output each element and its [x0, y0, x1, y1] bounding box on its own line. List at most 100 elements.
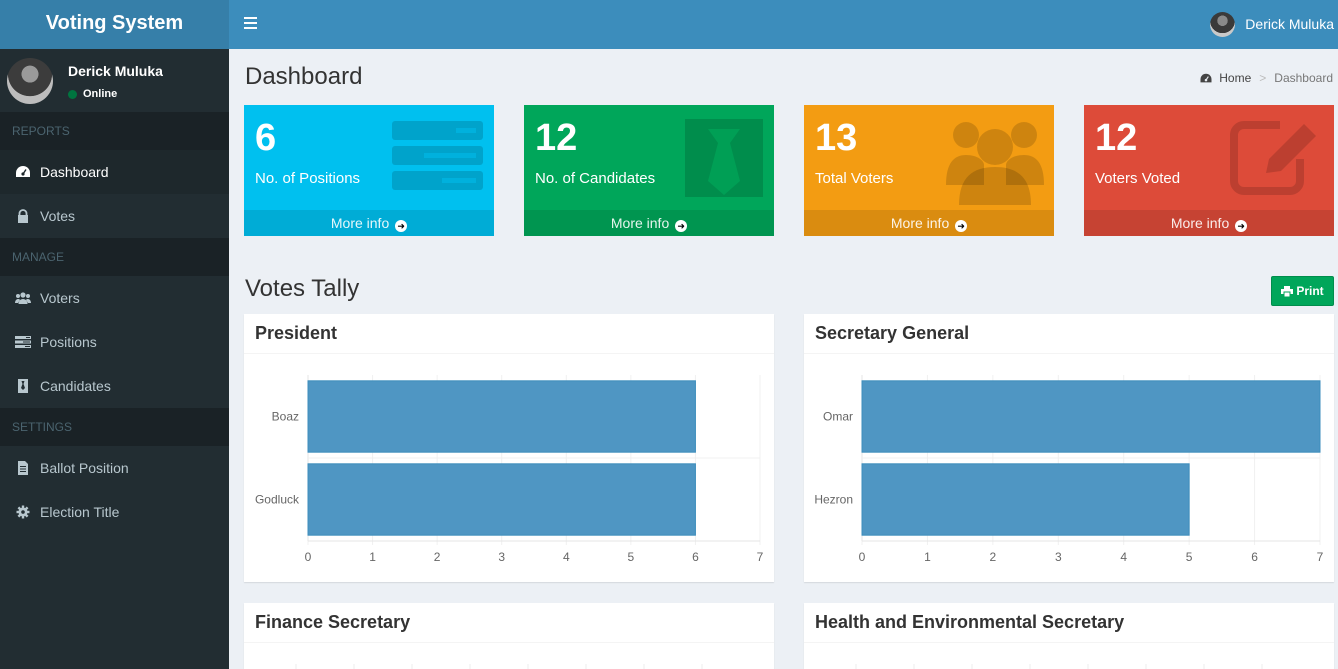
sidebar-item-ballot-position[interactable]: Ballot Position — [0, 446, 229, 490]
bar[interactable] — [307, 463, 696, 536]
sidebar-item-candidates[interactable]: Candidates — [0, 364, 229, 408]
x-tick-label: 2 — [990, 550, 997, 564]
x-tick-label: 4 — [563, 550, 570, 564]
dashboard-icon — [16, 166, 30, 177]
sidebar-item-label: Votes — [40, 208, 76, 224]
file-icon — [18, 461, 28, 475]
breadcrumb: Home > Dashboard — [1199, 71, 1333, 85]
health-secretary-bar-chart — [855, 664, 1263, 669]
sidebar-item-label: Election Title — [40, 504, 120, 520]
x-tick-label: 6 — [1251, 550, 1258, 564]
sidebar-item-voters[interactable]: Voters — [0, 276, 229, 320]
votes-tally-title: Votes Tally — [245, 275, 360, 302]
menu-toggle-icon[interactable] — [244, 14, 258, 34]
chart-title: Finance Secretary — [244, 603, 774, 643]
sidebar-item-dashboard[interactable]: Dashboard — [0, 150, 229, 194]
more-info-link[interactable]: More info ➜ — [524, 210, 774, 236]
navbar-user-name: Derick Muluka — [1245, 16, 1334, 32]
arrow-circle-right-icon: ➜ — [675, 220, 688, 232]
stat-value: 6 — [255, 117, 277, 159]
breadcrumb-home-label: Home — [1219, 71, 1252, 85]
stat-label: Voters Voted — [1095, 170, 1181, 187]
tasks-icon — [15, 336, 31, 348]
edit-icon — [1230, 121, 1316, 195]
cog-icon — [16, 505, 30, 519]
x-tick-label: 7 — [757, 550, 764, 564]
arrow-circle-right-icon: ➜ — [1235, 220, 1248, 232]
x-tick-label: 5 — [628, 550, 635, 564]
breadcrumb-home-link[interactable]: Home — [1199, 71, 1251, 85]
stat-value: 12 — [1095, 117, 1138, 159]
chart-title: Secretary General — [804, 314, 1334, 354]
stat-box-voted: 12 Voters Voted More info ➜ — [1084, 105, 1334, 236]
chart-box-finance-secretary: Finance Secretary — [244, 603, 774, 669]
chart-title: President — [244, 314, 774, 354]
president-bar-chart: 0 1 2 3 4 5 6 7 Boaz Godluck — [255, 375, 764, 564]
more-info-link[interactable]: More info ➜ — [1084, 210, 1334, 236]
stat-box-voters: 13 Total Voters More info ➜ — [804, 105, 1054, 236]
x-tick-label: 2 — [434, 550, 441, 564]
sidebar-item-label: Voters — [40, 290, 80, 306]
x-tick-label: 1 — [924, 550, 931, 564]
users-icon — [15, 292, 31, 304]
stat-box-positions: 6 No. of Positions More info ➜ — [244, 105, 494, 236]
x-tick-label: 5 — [1186, 550, 1193, 564]
user-status-label: Online — [83, 88, 118, 100]
sidebar-item-label: Ballot Position — [40, 460, 129, 476]
x-tick-label: 1 — [369, 550, 376, 564]
page-title: Dashboard — [245, 63, 363, 90]
id-card-icon — [18, 379, 28, 393]
stat-box-candidates: 12 No. of Candidates More info ➜ — [524, 105, 774, 236]
sidebar-item-label: Positions — [40, 334, 97, 350]
x-tick-label: 0 — [305, 550, 312, 564]
x-tick-label: 0 — [859, 550, 866, 564]
chart-box-health-secretary: Health and Environmental Secretary — [804, 603, 1334, 669]
lock-icon — [18, 209, 28, 223]
dashboard-icon — [1200, 73, 1212, 82]
x-tick-label: 6 — [692, 550, 699, 564]
avatar — [7, 58, 53, 104]
breadcrumb-current: Dashboard — [1274, 71, 1333, 85]
x-tick-label: 7 — [1317, 550, 1324, 564]
id-badge-icon — [685, 119, 763, 197]
chart-box-secretary-general: Secretary General 0 1 2 3 4 5 6 7 Omar Hezron — [804, 314, 1334, 582]
secretary-general-bar-chart: 0 1 2 3 4 5 6 7 Omar Hezron — [814, 375, 1324, 564]
sidebar-item-label: Candidates — [40, 378, 111, 394]
bar[interactable] — [861, 380, 1321, 453]
main-content: Dashboard Home > Dashboard 6 No. of Posi… — [229, 49, 1338, 669]
y-category-label: Hezron — [814, 493, 853, 507]
stat-label: Total Voters — [815, 170, 894, 187]
user-status: Online — [68, 88, 117, 100]
top-navbar: Derick Muluka — [229, 0, 1338, 49]
chart-box-president: President 0 1 2 3 4 5 6 7 Boaz Godluck — [244, 314, 774, 582]
menu-header-manage: MANAGE — [0, 238, 229, 276]
sidebar-item-positions[interactable]: Positions — [0, 320, 229, 364]
x-tick-label: 3 — [1055, 550, 1062, 564]
sidebar-user-name: Derick Muluka — [68, 63, 163, 79]
breadcrumb-separator: > — [1259, 71, 1267, 85]
chart-title: Health and Environmental Secretary — [804, 603, 1334, 643]
more-info-link[interactable]: More info ➜ — [244, 210, 494, 236]
sidebar-item-votes[interactable]: Votes — [0, 194, 229, 238]
more-info-link[interactable]: More info ➜ — [804, 210, 1054, 236]
print-button[interactable]: Print — [1271, 276, 1334, 306]
sidebar-item-election-title[interactable]: Election Title — [0, 490, 229, 534]
app-logo[interactable]: Voting System — [0, 0, 229, 49]
x-tick-label: 3 — [498, 550, 505, 564]
avatar — [1210, 11, 1236, 37]
arrow-circle-right-icon: ➜ — [955, 220, 968, 232]
user-menu[interactable]: Derick Muluka — [1210, 10, 1334, 38]
menu-header-reports: REPORTS — [0, 112, 229, 150]
arrow-circle-right-icon: ➜ — [395, 220, 408, 232]
bar[interactable] — [861, 463, 1190, 536]
stat-label: No. of Candidates — [535, 170, 656, 187]
tasks-icon — [392, 121, 483, 190]
sidebar: Derick Muluka Online REPORTS Dashboard V… — [0, 49, 229, 669]
menu-header-settings: SETTINGS — [0, 408, 229, 446]
stat-value: 13 — [815, 117, 858, 159]
stat-value: 12 — [535, 117, 578, 159]
x-tick-label: 4 — [1120, 550, 1127, 564]
online-dot-icon — [68, 89, 77, 99]
bar[interactable] — [307, 380, 696, 453]
sidebar-item-label: Dashboard — [40, 164, 109, 180]
